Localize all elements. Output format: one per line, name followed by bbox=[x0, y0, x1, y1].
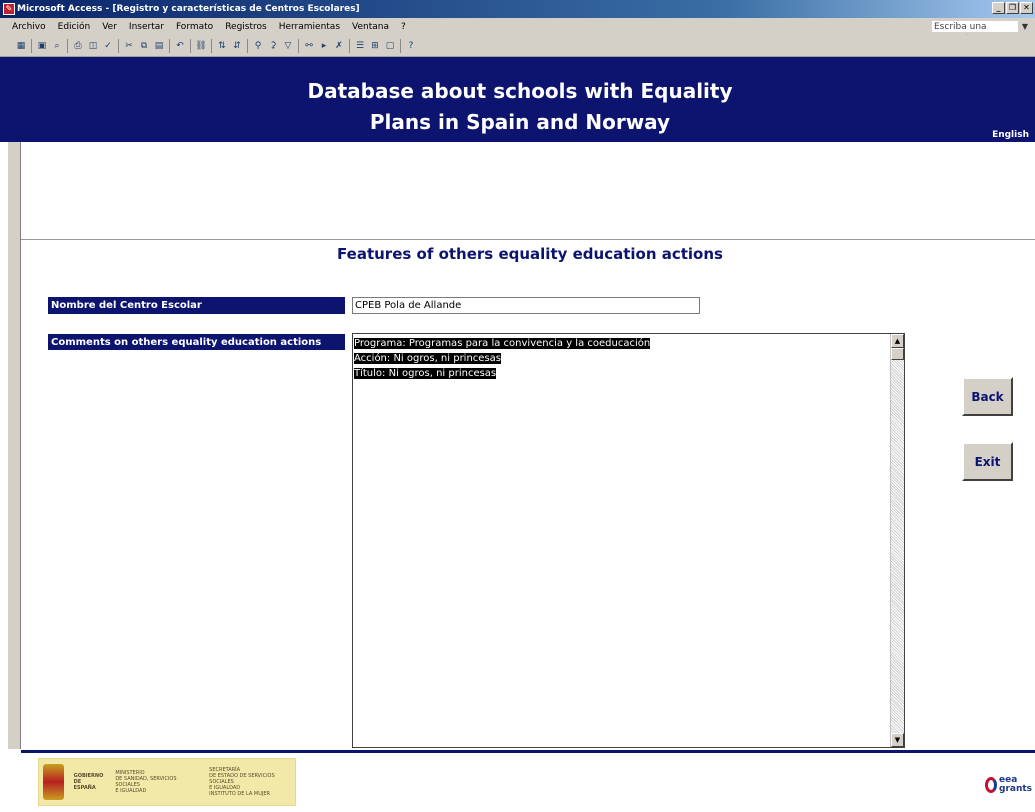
toolbar-separator bbox=[247, 38, 248, 53]
page-title-line2: Plans in Spain and Norway bbox=[369, 110, 671, 134]
ministry-text: MINISTERIO DE SANIDAD, SERVICIOS SOCIALE… bbox=[115, 770, 197, 794]
ministry-line: E IGUALDAD bbox=[115, 788, 147, 794]
hyperlink-icon[interactable]: ⛓ bbox=[194, 39, 208, 53]
comments-line-text: Acción: Ni ogros, ni princesas bbox=[354, 353, 501, 364]
comments-scrollbar[interactable]: ▲ ▼ bbox=[890, 334, 904, 747]
menu-herramientas[interactable]: Herramientas bbox=[273, 22, 346, 32]
minimize-icon[interactable]: _ bbox=[992, 2, 1005, 14]
page-title-line1: Database about schools with Equality bbox=[307, 79, 733, 103]
save-icon[interactable]: ▣ bbox=[35, 39, 49, 53]
toolbar-separator bbox=[118, 38, 119, 53]
sort-descending-icon[interactable]: ⇵ bbox=[230, 39, 244, 53]
menu-formato[interactable]: Formato bbox=[170, 22, 219, 32]
menu-archivo[interactable]: Archivo bbox=[0, 22, 52, 32]
back-button[interactable]: Back bbox=[962, 377, 1013, 416]
paste-icon[interactable]: ▤ bbox=[152, 39, 166, 53]
toolbar-separator bbox=[190, 38, 191, 53]
delete-record-icon[interactable]: ✗ bbox=[332, 39, 346, 53]
menu-registros[interactable]: Registros bbox=[219, 22, 273, 32]
database-window-icon[interactable]: ⊞ bbox=[368, 39, 382, 53]
gobierno-line: DE ESPAÑA bbox=[73, 779, 96, 791]
window-title: Microsoft Access - [Registro y caracterí… bbox=[17, 4, 360, 14]
menu-bar: Archivo Edición Ver Insertar Formato Reg… bbox=[0, 18, 1035, 44]
school-name-field[interactable]: CPEB Pola de Allande bbox=[352, 297, 700, 314]
menu-insertar[interactable]: Insertar bbox=[123, 22, 170, 32]
properties-icon[interactable]: ☰ bbox=[353, 39, 367, 53]
menu-ventana[interactable]: Ventana bbox=[346, 22, 395, 32]
menu-ver[interactable]: Ver bbox=[96, 22, 123, 32]
gobierno-text: GOBIERNO DE ESPAÑA bbox=[74, 773, 104, 791]
comments-line-text: Título: Ni ogros, ni princesas bbox=[354, 368, 497, 379]
comments-line: Título: Ni ogros, ni princesas bbox=[354, 366, 650, 381]
section-divider bbox=[21, 239, 1035, 240]
search-icon[interactable]: ⌕ bbox=[50, 39, 64, 53]
close-icon[interactable]: ✕ bbox=[1020, 2, 1033, 14]
print-icon[interactable]: ⎙ bbox=[71, 39, 85, 53]
dropdown-arrow-icon[interactable]: ▼ bbox=[1019, 22, 1031, 31]
eea-grants-text: eea grants bbox=[999, 776, 1032, 794]
ask-question-box: Escriba una pregunta ▼ bbox=[931, 19, 1031, 44]
toolbar-separator bbox=[67, 38, 68, 53]
institute-line: DE ESTADO DE SERVICIOS SOCIALES bbox=[209, 773, 275, 785]
comments-line-text: Programa: Programas para la convivencia … bbox=[354, 338, 651, 349]
eea-line: grants bbox=[999, 784, 1033, 794]
print-preview-icon[interactable]: ◫ bbox=[86, 39, 100, 53]
toolbar-separator bbox=[400, 38, 401, 53]
eea-swirl-icon bbox=[985, 777, 997, 793]
new-object-icon[interactable]: ▢ bbox=[383, 39, 397, 53]
eea-grants-logo: eea grants bbox=[985, 770, 1033, 800]
menu-help[interactable]: ? bbox=[395, 22, 412, 32]
toolbar-separator bbox=[349, 38, 350, 53]
exit-button[interactable]: Exit bbox=[962, 442, 1013, 481]
filter-selection-icon[interactable]: ⚲ bbox=[251, 39, 265, 53]
comments-line: Programa: Programas para la convivencia … bbox=[354, 336, 651, 351]
title-bar: ✎ Microsoft Access - [Registro y caracte… bbox=[0, 0, 1035, 18]
comments-label: Comments on others equality education ac… bbox=[48, 334, 345, 350]
language-link[interactable]: English bbox=[992, 130, 1029, 140]
comments-textarea[interactable]: Programa: Programas para la convivencia … bbox=[352, 333, 905, 748]
menu-edicion[interactable]: Edición bbox=[52, 22, 97, 32]
institute-text: SECRETARÍA DE ESTADO DE SERVICIOS SOCIAL… bbox=[209, 767, 295, 797]
toolbar-separator bbox=[211, 38, 212, 53]
copy-icon[interactable]: ⧉ bbox=[137, 39, 151, 53]
page-title: Database about schools with Equality Pla… bbox=[220, 76, 820, 138]
record-selector[interactable] bbox=[8, 142, 21, 749]
toolbar-separator bbox=[298, 38, 299, 53]
comments-line: Acción: Ni ogros, ni princesas bbox=[354, 351, 650, 366]
toolbar-separator bbox=[169, 38, 170, 53]
undo-icon[interactable]: ↶ bbox=[173, 39, 187, 53]
spelling-icon[interactable]: ✓ bbox=[101, 39, 115, 53]
ask-question-input[interactable]: Escriba una pregunta bbox=[931, 19, 1019, 44]
apply-filter-icon[interactable]: ▽ bbox=[281, 39, 295, 53]
footer-divider bbox=[21, 750, 1035, 753]
access-window: ✎ Microsoft Access - [Registro y caracte… bbox=[0, 0, 1035, 812]
toolbar: ▦ ▣ ⌕ ⎙ ◫ ✓ ✂ ⧉ ▤ ↶ ⛓ ⇅ ⇵ ⚲ ⚳ ▽ ⚯ ▸ ✗ ☰ … bbox=[0, 35, 1035, 57]
find-icon[interactable]: ⚯ bbox=[302, 39, 316, 53]
scroll-down-icon[interactable]: ▼ bbox=[891, 733, 904, 747]
view-icon[interactable]: ▦ bbox=[14, 39, 28, 53]
sort-ascending-icon[interactable]: ⇅ bbox=[215, 39, 229, 53]
comments-content: Programa: Programas para la convivencia … bbox=[354, 336, 651, 381]
scroll-thumb[interactable] bbox=[891, 348, 904, 360]
ministry-line: DE SANIDAD, SERVICIOS SOCIALES bbox=[115, 776, 177, 788]
scroll-up-icon[interactable]: ▲ bbox=[891, 334, 904, 348]
new-record-icon[interactable]: ▸ bbox=[317, 39, 331, 53]
form-header: Database about schools with Equality Pla… bbox=[0, 57, 1035, 142]
school-name-label: Nombre del Centro Escolar bbox=[48, 297, 345, 314]
section-title: Features of others equality education ac… bbox=[337, 245, 723, 263]
cut-icon[interactable]: ✂ bbox=[122, 39, 136, 53]
help-icon[interactable]: ? bbox=[404, 39, 418, 53]
institute-line: INSTITUTO DE LA MUJER bbox=[209, 791, 270, 797]
access-app-icon[interactable]: ✎ bbox=[3, 3, 15, 15]
filter-form-icon[interactable]: ⚳ bbox=[266, 39, 280, 53]
coat-of-arms-icon bbox=[43, 764, 64, 800]
window-controls: _ ❐ ✕ bbox=[992, 2, 1033, 14]
spain-government-logo: GOBIERNO DE ESPAÑA MINISTERIO DE SANIDAD… bbox=[38, 758, 296, 806]
toolbar-separator bbox=[31, 38, 32, 53]
restore-icon[interactable]: ❐ bbox=[1006, 2, 1019, 14]
